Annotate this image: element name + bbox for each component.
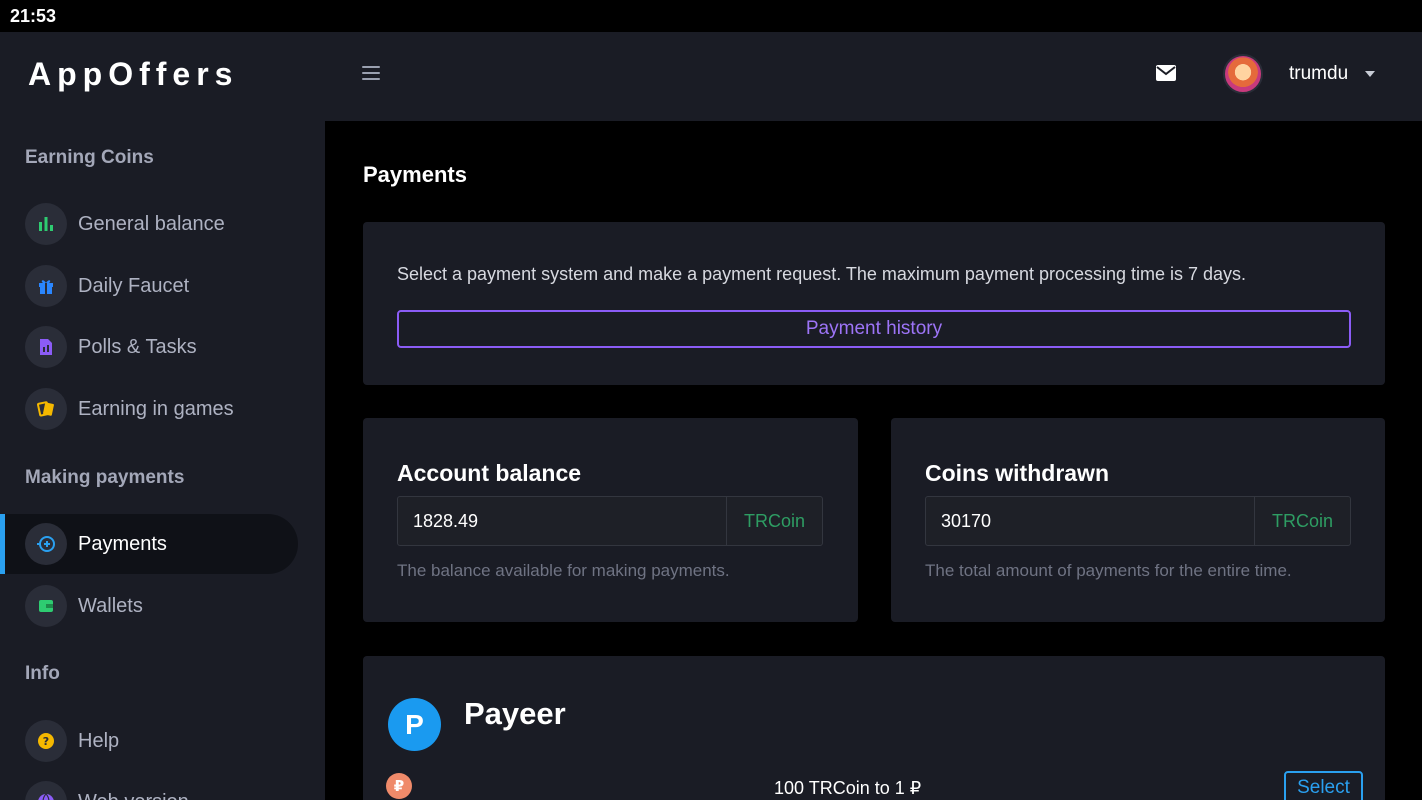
exchange-rate: 100 TRCoin to 1 ₽: [774, 778, 922, 798]
sidebar-item-label: Earning in games: [78, 397, 234, 420]
coins-withdrawn-card: Coins withdrawn 30170 TRCoin The total a…: [891, 418, 1385, 622]
status-time: 21:53: [10, 6, 57, 26]
playing-cards-icon: [25, 388, 67, 430]
info-card: Select a payment system and make a payme…: [363, 222, 1385, 385]
info-text: Select a payment system and make a payme…: [397, 264, 1247, 284]
svg-text:?: ?: [43, 735, 49, 748]
account-balance-help: The balance available for making payment…: [397, 561, 730, 580]
globe-icon: [25, 781, 67, 800]
chevron-down-icon[interactable]: [1365, 71, 1375, 77]
avatar[interactable]: [1223, 54, 1263, 94]
sidebar-item-label: Payments: [78, 532, 167, 555]
document-icon: [25, 326, 67, 368]
coins-withdrawn-unit: TRCoin: [1271, 510, 1333, 531]
bar-chart-icon: [25, 203, 67, 245]
app-logo[interactable]: AppOffers: [28, 56, 238, 93]
sidebar-item-label: Polls & Tasks: [78, 335, 197, 358]
mail-icon[interactable]: [1155, 64, 1177, 87]
coins-withdrawn-field: 30170 TRCoin: [925, 496, 1351, 546]
sidebar-item-label: Daily Faucet: [78, 274, 190, 297]
sidebar-item-daily-faucet[interactable]: Daily Faucet: [0, 256, 298, 316]
coin-arrow-icon: [25, 523, 67, 565]
sidebar-item-label: General balance: [78, 212, 225, 235]
status-bar: 21:53: [0, 0, 1422, 32]
sidebar-item-web-version[interactable]: Web version: [0, 772, 298, 800]
username[interactable]: trumdu: [1289, 63, 1348, 85]
section-title-info: Info: [25, 663, 60, 684]
gift-icon: [25, 265, 67, 307]
payment-system-name: Payeer: [464, 696, 566, 731]
help-icon: ?: [25, 720, 67, 762]
sidebar: AppOffers Earning Coins General balance …: [0, 32, 325, 800]
account-balance-field: 1828.49 TRCoin: [397, 496, 823, 546]
sidebar-item-label: Web version: [78, 791, 189, 800]
wallet-icon: [25, 585, 67, 627]
sidebar-item-label: Help: [78, 729, 120, 752]
account-balance-unit: TRCoin: [743, 510, 805, 531]
hamburger-icon[interactable]: [362, 66, 380, 80]
sidebar-item-wallets[interactable]: Wallets: [0, 576, 298, 636]
sidebar-item-general-balance[interactable]: General balance: [0, 194, 298, 254]
top-bar: trumdu: [325, 32, 1422, 121]
payeer-card: P Payeer ₽ 100 TRCoin to 1 ₽ Select: [363, 656, 1385, 800]
sidebar-item-help[interactable]: ? Help: [0, 711, 298, 771]
page-title: Payments: [363, 162, 467, 187]
payment-history-button[interactable]: Payment history: [397, 310, 1351, 348]
ruble-icon: ₽: [386, 773, 412, 799]
section-title-earning: Earning Coins: [25, 147, 154, 168]
coins-withdrawn-title: Coins withdrawn: [925, 460, 1109, 486]
sidebar-item-polls-tasks[interactable]: Polls & Tasks: [0, 317, 298, 377]
section-title-payments: Making payments: [25, 467, 185, 488]
account-balance-title: Account balance: [397, 460, 582, 486]
payeer-logo: P: [388, 698, 441, 751]
sidebar-item-payments[interactable]: Payments: [0, 514, 298, 574]
sidebar-item-label: Wallets: [78, 594, 143, 617]
coins-withdrawn-value: 30170: [926, 497, 1255, 545]
coins-withdrawn-help: The total amount of payments for the ent…: [925, 561, 1292, 580]
account-balance-card: Account balance 1828.49 TRCoin The balan…: [363, 418, 858, 622]
select-button[interactable]: Select: [1284, 771, 1363, 800]
account-balance-value: 1828.49: [398, 497, 727, 545]
sidebar-item-earning-games[interactable]: Earning in games: [0, 379, 298, 439]
